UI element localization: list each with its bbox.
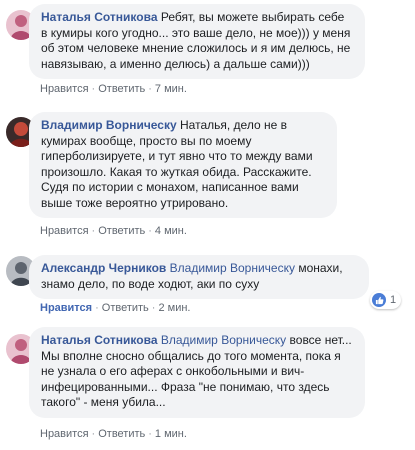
comment-author[interactable]: Александр Черников (41, 261, 166, 275)
comment-actions: Нравится · Ответить · 7 мин. (40, 83, 187, 95)
comment-author[interactable]: Наталья Сотникова (41, 333, 158, 347)
separator-dot: · (91, 225, 96, 237)
comment-actions: Нравится · Ответить · 2 мин. (40, 302, 190, 314)
thumbs-up-icon (372, 293, 386, 307)
like-button[interactable]: Нравится (40, 83, 89, 95)
reply-button[interactable]: Ответить (98, 428, 145, 440)
reaction-summary[interactable]: 1 (370, 291, 402, 309)
reply-button[interactable]: Ответить (98, 225, 145, 237)
separator-dot: · (91, 83, 96, 95)
comment-bubble: Александр Черников Владимир Ворническу м… (29, 255, 369, 299)
comment-timestamp[interactable]: 1 мин. (155, 428, 187, 440)
comment-timestamp[interactable]: 7 мин. (155, 83, 187, 95)
like-button[interactable]: Нравится (40, 428, 89, 440)
reply-button[interactable]: Ответить (98, 83, 145, 95)
separator-dot: · (91, 428, 96, 440)
comment-timestamp[interactable]: 4 мин. (155, 225, 187, 237)
comment-timestamp[interactable]: 2 мин. (158, 302, 190, 314)
separator-dot: · (151, 302, 156, 314)
comment-bubble: Владимир Ворническу Наталья, дело не в к… (29, 112, 337, 218)
mention-link[interactable]: Владимир Ворническу (170, 261, 295, 275)
like-button[interactable]: Нравится (40, 225, 89, 237)
mention-link[interactable]: Владимир Ворническу (161, 333, 286, 347)
separator-dot: · (148, 83, 152, 95)
like-button[interactable]: Нравится (40, 302, 92, 314)
comment-bubble: Наталья Сотникова Владимир Ворническу во… (29, 327, 365, 418)
separator-dot: · (148, 225, 152, 237)
separator-dot: · (95, 302, 99, 314)
reaction-count: 1 (390, 294, 397, 306)
comment-author[interactable]: Владимир Ворническу (41, 118, 177, 132)
separator-dot: · (148, 428, 152, 440)
comment-actions: Нравится · Ответить · 4 мин. (40, 225, 187, 237)
comment-actions: Нравится · Ответить · 1 мин. (40, 428, 187, 440)
comment-bubble: Наталья Сотникова Ребят, вы можете выбир… (29, 4, 365, 79)
reply-button[interactable]: Ответить (102, 302, 149, 314)
comment-author[interactable]: Наталья Сотникова (41, 10, 158, 24)
